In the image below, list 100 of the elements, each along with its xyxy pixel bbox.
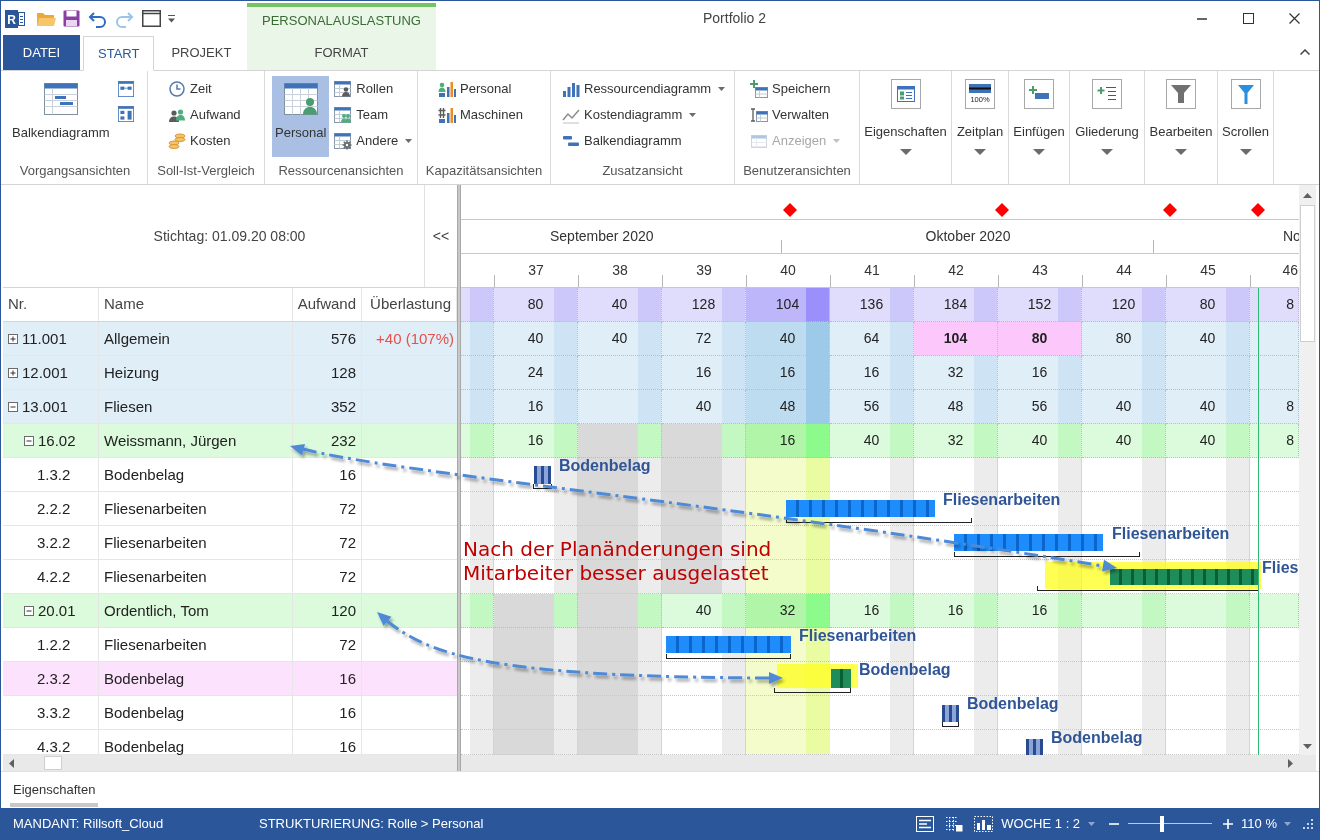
layout-icon[interactable] xyxy=(115,78,136,99)
table-cell: 72 xyxy=(293,628,362,661)
ribbon-tab[interactable]: PROJEKT xyxy=(157,35,246,70)
caret-icon[interactable] xyxy=(168,14,175,23)
horizontal-scrollbar[interactable] xyxy=(461,755,1316,771)
week-label: 45 xyxy=(1166,254,1250,287)
status-text: MANDANT: Rillsoft_Cloud xyxy=(13,814,164,833)
grid-cell: 136 xyxy=(830,288,914,322)
caret-icon xyxy=(718,87,726,91)
table-row[interactable]: 2.2.2 Fliesenarbeiten 72 xyxy=(3,492,457,526)
maximize-icon[interactable] xyxy=(1242,13,1254,24)
grid-cell: 24 xyxy=(494,356,578,390)
ribbon-button[interactable]: Rollen xyxy=(332,76,397,102)
ribbon-button[interactable]: Aufwand xyxy=(166,102,244,128)
minus-box-icon[interactable] xyxy=(8,402,18,412)
week-label: 39 xyxy=(662,254,746,287)
table-row[interactable]: 12.001 Heizung 128 xyxy=(3,356,457,390)
task-bar[interactable] xyxy=(534,466,551,484)
minus-icon[interactable] xyxy=(1109,822,1120,825)
ribbon-button[interactable]: Andere xyxy=(332,128,416,154)
hash-bars-icon xyxy=(438,106,456,124)
table-row[interactable]: 1.3.2 Bodenbelag 16 xyxy=(3,458,457,492)
table-row[interactable]: 3.3.2 Bodenbelag 16 xyxy=(3,696,457,730)
ribbon-button[interactable]: Ressourcendiagramm xyxy=(560,76,729,102)
grid-icon[interactable] xyxy=(945,815,964,832)
plus-box-icon[interactable] xyxy=(8,334,18,344)
scroll-down-icon[interactable] xyxy=(1303,743,1312,749)
grid-cell: 40 xyxy=(494,322,578,356)
context-tab-label: PERSONALAUSLASTUNG xyxy=(247,3,436,36)
ribbon-button[interactable]: Zeit xyxy=(166,76,215,102)
task-bar[interactable] xyxy=(1026,739,1043,755)
grid-cell: 56 xyxy=(998,390,1082,424)
table-row[interactable]: 13.001 Fliesen 352 xyxy=(3,390,457,424)
undo-icon[interactable] xyxy=(88,9,107,28)
window-icon[interactable] xyxy=(142,10,161,27)
ribbon-button[interactable]: Speichern xyxy=(748,76,834,102)
ribbon-tab[interactable]: START xyxy=(83,36,155,71)
ribbon-button[interactable]: Maschinen xyxy=(436,102,526,128)
vertical-scrollbar[interactable] xyxy=(1299,185,1316,755)
scrollbar-thumb[interactable] xyxy=(44,756,62,770)
ribbon-button[interactable]: Personal xyxy=(436,76,515,102)
milestone-icon xyxy=(1250,202,1266,218)
grid-cell: 40 xyxy=(1166,390,1250,424)
task-bar[interactable] xyxy=(942,705,959,722)
ribbon-menu-button[interactable]: Bearbeiten xyxy=(1147,71,1215,155)
layout-icon[interactable] xyxy=(115,103,136,124)
table-cell: 16 xyxy=(293,458,362,491)
table-row[interactable]: 4.3.2 Bodenbelag 16 xyxy=(3,730,457,755)
table-row[interactable]: 1.2.2 Fliesenarbeiten 72 xyxy=(3,628,457,662)
table-row[interactable]: 16.02 Weissmann, Jürgen 232 xyxy=(3,424,457,458)
ribbon-button[interactable]: Balkendiagramm xyxy=(560,128,685,154)
close-icon[interactable] xyxy=(1288,13,1300,24)
table-row[interactable]: 4.2.2 Fliesenarbeiten 72 xyxy=(3,560,457,594)
ribbon-button[interactable]: Balkendiagramm xyxy=(9,76,113,157)
table-cell: Bodenbelag xyxy=(99,458,293,491)
group-label: Vorgangsansichten xyxy=(19,162,131,180)
table-row[interactable]: 11.001 Allgemein 576 +40 (107%) xyxy=(3,322,457,356)
zoom-slider[interactable] xyxy=(1128,815,1213,832)
scroll-up-icon[interactable] xyxy=(1303,192,1312,198)
ribbon-button[interactable]: Team xyxy=(332,102,392,128)
ribbon-button[interactable]: Kosten xyxy=(166,128,234,154)
ribbon-menu-button[interactable]: Gliederung xyxy=(1073,71,1141,155)
bar-grid-icon[interactable] xyxy=(974,815,994,832)
filter-icon xyxy=(1230,79,1261,109)
ribbon-tab[interactable]: DATEI xyxy=(3,35,80,70)
grid-cell: 72 xyxy=(662,322,746,356)
scale-dropdown[interactable]: WOCHE 1 : 2 xyxy=(1001,813,1096,834)
table-row[interactable]: 3.2.2 Fliesenarbeiten 72 xyxy=(3,526,457,560)
horizontal-scrollbar[interactable] xyxy=(3,755,457,771)
scroll-left-icon[interactable] xyxy=(9,758,14,768)
column-header[interactable]: Name xyxy=(99,288,293,321)
minus-box-icon[interactable] xyxy=(24,436,34,446)
bar-label: Flies xyxy=(1262,560,1299,576)
plus-icon[interactable] xyxy=(1223,818,1234,829)
chevron-up-icon[interactable] xyxy=(1300,49,1310,55)
ribbon-button[interactable]: Verwalten xyxy=(748,102,833,128)
table-cell: 120 xyxy=(293,594,362,627)
column-header[interactable]: Nr. xyxy=(3,288,99,321)
plus-box-icon[interactable] xyxy=(8,368,18,378)
collapse-button[interactable]: << xyxy=(432,225,450,247)
save-icon[interactable] xyxy=(63,10,80,27)
ribbon-menu-button[interactable]: Einfügen xyxy=(1011,71,1067,155)
ribbon-menu-button[interactable]: Eigenschaften xyxy=(862,71,949,155)
column-header[interactable]: Aufwand xyxy=(293,288,362,321)
row-number: 3.2.2 xyxy=(37,534,71,551)
ribbon-button[interactable]: Personal xyxy=(272,76,330,157)
scrollbar-thumb[interactable] xyxy=(1300,205,1315,342)
scroll-right-icon[interactable] xyxy=(1287,758,1293,768)
slider-thumb[interactable] xyxy=(1159,815,1164,832)
grid-cell: 64 xyxy=(830,322,914,356)
grid-cell: 184 xyxy=(914,288,998,322)
ribbon-button[interactable]: Kostendiagramm xyxy=(560,102,700,128)
zoom-dropdown[interactable]: 110 % xyxy=(1241,813,1291,834)
table-row[interactable]: 2.3.2 Bodenbelag 16 xyxy=(3,662,457,696)
minus-box-icon[interactable] xyxy=(24,606,34,616)
ribbon-menu-button[interactable]: Scrollen xyxy=(1220,71,1271,155)
layout-icon[interactable] xyxy=(916,815,935,832)
ribbon-tab[interactable]: FORMAT xyxy=(247,35,436,70)
minimize-icon[interactable] xyxy=(1197,17,1207,20)
table-row[interactable]: 20.01 Ordentlich, Tom 120 xyxy=(3,594,457,628)
